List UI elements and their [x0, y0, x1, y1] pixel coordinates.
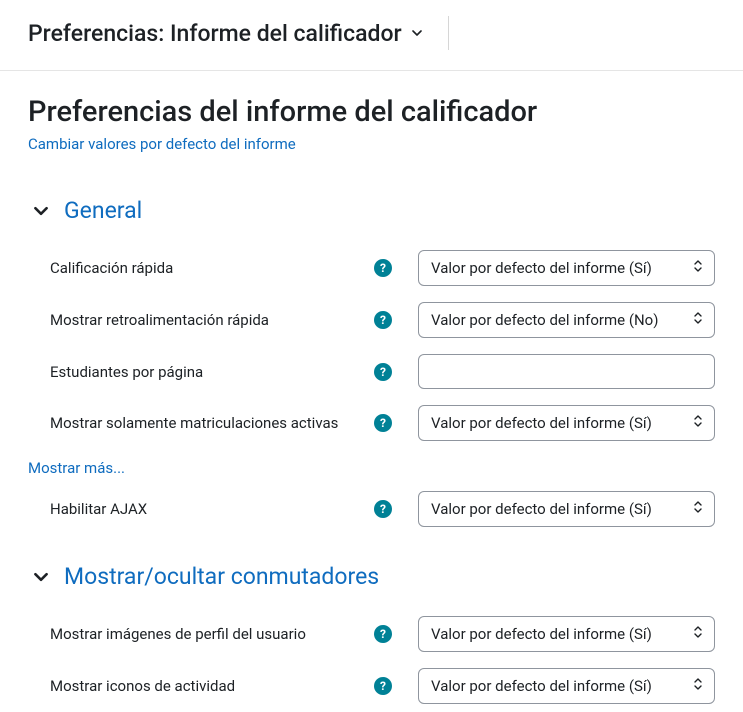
label-col: Mostrar retroalimentación rápida ?	[50, 311, 406, 329]
label-col: Calificación rápida ?	[50, 259, 406, 277]
control-col	[406, 354, 715, 389]
select-wrapper: Valor por defecto del informe (Sí)	[418, 491, 715, 527]
chevron-down-icon	[412, 26, 426, 40]
control-col: Valor por defecto del informe (Sí)	[406, 405, 715, 441]
select-wrapper: Valor por defecto del informe (Sí)	[418, 250, 715, 286]
header-title-text: Preferencias: Informe del calificador	[28, 20, 402, 47]
row-students-per-page: Estudiantes por página ?	[50, 346, 715, 397]
select-wrapper: Valor por defecto del informe (No)	[418, 302, 715, 338]
row-activity-icons: Mostrar iconos de actividad ? Valor por …	[50, 660, 715, 712]
row-quick-feedback: Mostrar retroalimentación rápida ? Valor…	[50, 294, 715, 346]
quick-grading-select[interactable]: Valor por defecto del informe (Sí)	[418, 250, 715, 286]
control-col: Valor por defecto del informe (Sí)	[406, 250, 715, 286]
control-col: Valor por defecto del informe (Sí)	[406, 491, 715, 527]
header-divider	[448, 16, 449, 50]
quick-grading-label: Calificación rápida	[50, 259, 173, 277]
select-wrapper: Valor por defecto del informe (Sí)	[418, 668, 715, 704]
profile-images-select[interactable]: Valor por defecto del informe (Sí)	[418, 616, 715, 652]
label-col: Habilitar AJAX ?	[50, 500, 406, 518]
help-icon[interactable]: ?	[374, 500, 392, 518]
select-wrapper: Valor por defecto del informe (Sí)	[418, 405, 715, 441]
control-col: Valor por defecto del informe (Sí)	[406, 668, 715, 704]
row-profile-images: Mostrar imágenes de perfil del usuario ?…	[50, 608, 715, 660]
help-icon[interactable]: ?	[374, 677, 392, 695]
content-area: Preferencias del informe del calificador…	[0, 71, 743, 712]
change-defaults-link[interactable]: Cambiar valores por defecto del informe	[28, 135, 296, 153]
section-toggles: Mostrar/ocultar conmutadores Mostrar imá…	[28, 563, 715, 712]
help-icon[interactable]: ?	[374, 363, 392, 381]
section-general-title: General	[64, 197, 142, 224]
label-col: Estudiantes por página ?	[50, 363, 406, 381]
profile-images-label: Mostrar imágenes de perfil del usuario	[50, 625, 306, 643]
page-title: Preferencias del informe del calificador	[28, 95, 715, 129]
enable-ajax-label: Habilitar AJAX	[50, 500, 147, 518]
help-icon[interactable]: ?	[374, 414, 392, 432]
section-toggles-toggle[interactable]: Mostrar/ocultar conmutadores	[34, 563, 715, 590]
control-col: Valor por defecto del informe (No)	[406, 302, 715, 338]
students-per-page-label: Estudiantes por página	[50, 363, 203, 381]
label-col: Mostrar solamente matriculaciones activa…	[50, 414, 406, 432]
activity-icons-label: Mostrar iconos de actividad	[50, 677, 235, 695]
chevron-down-icon	[34, 203, 50, 219]
help-icon[interactable]: ?	[374, 311, 392, 329]
students-per-page-input[interactable]	[418, 354, 715, 389]
section-general: General Calificación rápida ? Valor por …	[28, 197, 715, 535]
help-icon[interactable]: ?	[374, 259, 392, 277]
row-active-enrol: Mostrar solamente matriculaciones activa…	[50, 397, 715, 449]
active-enrol-select[interactable]: Valor por defecto del informe (Sí)	[418, 405, 715, 441]
row-quick-grading: Calificación rápida ? Valor por defecto …	[50, 242, 715, 294]
header-title-dropdown[interactable]: Preferencias: Informe del calificador	[28, 20, 426, 47]
activity-icons-select[interactable]: Valor por defecto del informe (Sí)	[418, 668, 715, 704]
control-col: Valor por defecto del informe (Sí)	[406, 616, 715, 652]
row-enable-ajax: Habilitar AJAX ? Valor por defecto del i…	[50, 483, 715, 535]
show-more-link[interactable]: Mostrar más...	[28, 459, 715, 477]
select-wrapper: Valor por defecto del informe (Sí)	[418, 616, 715, 652]
active-enrol-label: Mostrar solamente matriculaciones activa…	[50, 414, 338, 432]
chevron-down-icon	[34, 569, 50, 585]
label-col: Mostrar iconos de actividad ?	[50, 677, 406, 695]
label-col: Mostrar imágenes de perfil del usuario ?	[50, 625, 406, 643]
quick-feedback-select[interactable]: Valor por defecto del informe (No)	[418, 302, 715, 338]
quick-feedback-label: Mostrar retroalimentación rápida	[50, 311, 269, 329]
page-header: Preferencias: Informe del calificador	[0, 0, 743, 71]
help-icon[interactable]: ?	[374, 625, 392, 643]
section-toggles-title: Mostrar/ocultar conmutadores	[64, 563, 379, 590]
section-general-toggle[interactable]: General	[34, 197, 715, 224]
enable-ajax-select[interactable]: Valor por defecto del informe (Sí)	[418, 491, 715, 527]
